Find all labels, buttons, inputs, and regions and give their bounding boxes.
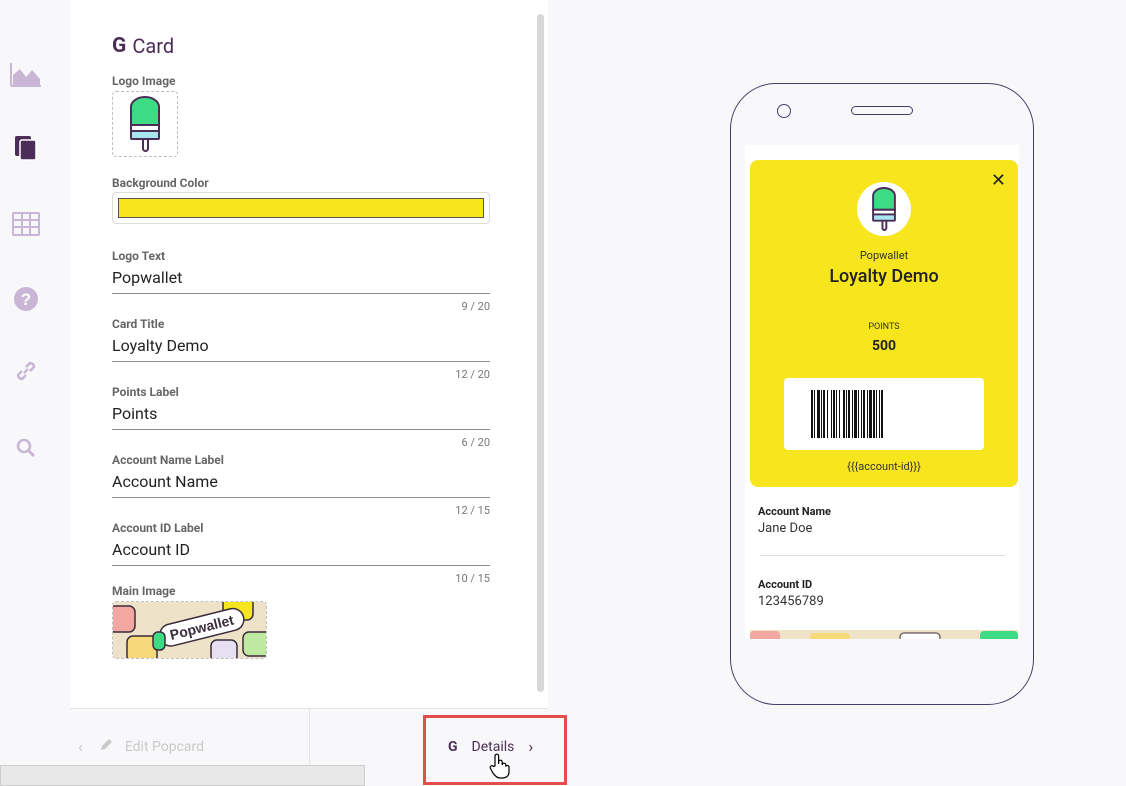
- account-name-label-counter: 12 / 15: [455, 504, 490, 517]
- background-color-label: Background Color: [112, 176, 209, 190]
- account-name-label-label: Account Name Label: [112, 453, 224, 467]
- logo-text-counter: 9 / 20: [461, 300, 490, 313]
- page-title: G Card: [112, 34, 174, 58]
- card-title-label: Card Title: [112, 317, 165, 331]
- barcode: [784, 378, 984, 450]
- card-title-input[interactable]: Loyalty Demo: [112, 336, 209, 355]
- pass-account-name-label: Account Name: [758, 505, 831, 518]
- account-name-label-underline: [112, 497, 490, 498]
- pass-account-id-template: {{{account-id}}}: [847, 460, 921, 473]
- pass-main-image: [750, 630, 1018, 639]
- pass-logo: [857, 182, 911, 236]
- hand-cursor-icon: [489, 753, 510, 779]
- pass-divider: [760, 555, 1005, 556]
- table-icon[interactable]: [9, 209, 43, 239]
- pass-card: ✕ Popwallet Loyalty Demo POINTS 500 {{{a…: [750, 160, 1018, 487]
- account-id-label-counter: 10 / 15: [455, 572, 490, 585]
- card-title-underline: [112, 361, 490, 362]
- side-rail: ?: [0, 0, 70, 786]
- logo-image-label: Logo Image: [112, 74, 176, 88]
- account-id-label-underline: [112, 565, 490, 566]
- logo-text-input[interactable]: Popwallet: [112, 268, 182, 287]
- barcode-icon: [811, 390, 883, 438]
- svg-text:?: ?: [21, 290, 31, 309]
- pass-points-label: POINTS: [868, 322, 900, 332]
- main-image-thumbnail: Popwallet: [113, 602, 266, 658]
- edit-popcard-label: Edit Popcard: [124, 738, 205, 755]
- points-label-label: Points Label: [112, 385, 179, 399]
- background-color-picker[interactable]: [112, 192, 490, 224]
- popsicle-logo-icon: [872, 187, 896, 231]
- search-icon[interactable]: [9, 433, 43, 463]
- card-title-counter: 12 / 20: [455, 368, 490, 381]
- pass-card-title: Loyalty Demo: [829, 266, 939, 287]
- card-editor-panel: G Card Logo Image Background Color Logo …: [70, 0, 548, 708]
- help-icon[interactable]: ?: [9, 284, 43, 314]
- points-label-input[interactable]: Points: [112, 404, 157, 423]
- logo-image-upload[interactable]: [112, 91, 178, 157]
- cards-icon[interactable]: [9, 133, 43, 163]
- points-label-counter: 6 / 20: [461, 436, 490, 449]
- pencil-icon: [99, 738, 113, 756]
- page-title-text: Card: [132, 34, 175, 58]
- browser-status-bar: [0, 765, 365, 786]
- pass-account-name-value: Jane Doe: [758, 521, 813, 536]
- pass-points-value: 500: [871, 338, 897, 354]
- panel-scrollbar[interactable]: [537, 14, 544, 692]
- main-image-label: Main Image: [112, 584, 176, 598]
- phone-camera: [777, 104, 791, 118]
- phone-speaker: [851, 106, 913, 115]
- link-icon[interactable]: [9, 356, 43, 386]
- edit-popcard-button[interactable]: ‹ Edit Popcard: [78, 737, 204, 756]
- phone-screen: ✕ Popwallet Loyalty Demo POINTS 500 {{{a…: [745, 145, 1019, 639]
- logo-text-underline: [112, 293, 490, 294]
- popsicle-logo-icon: [130, 96, 160, 152]
- background-color-swatch: [118, 198, 484, 218]
- analytics-icon[interactable]: [9, 59, 43, 89]
- pass-logo-text: Popwallet: [859, 249, 909, 262]
- brand-g-icon: G: [112, 34, 127, 58]
- pass-account-id-value: 123456789: [758, 594, 824, 609]
- main-image-upload[interactable]: Popwallet: [112, 601, 267, 659]
- account-name-label-input[interactable]: Account Name: [112, 472, 218, 491]
- points-label-underline: [112, 429, 490, 430]
- pass-account-id-label: Account ID: [758, 578, 813, 591]
- account-id-label-input[interactable]: Account ID: [112, 540, 190, 559]
- account-id-label-label: Account ID Label: [112, 521, 204, 535]
- logo-text-label: Logo Text: [112, 249, 166, 263]
- close-icon[interactable]: ✕: [991, 170, 1006, 191]
- chevron-left-icon: ‹: [78, 737, 83, 756]
